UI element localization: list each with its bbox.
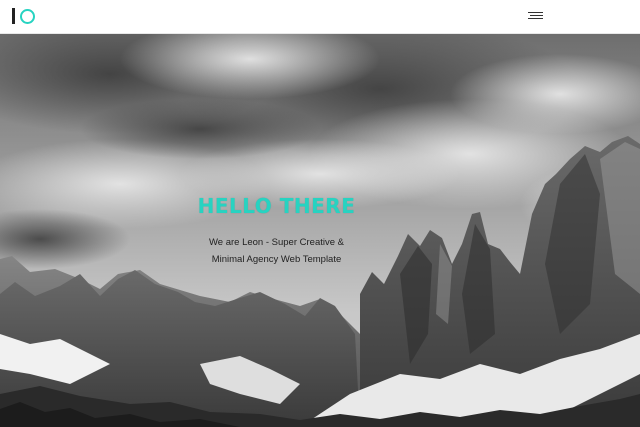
logo-bar-icon xyxy=(12,8,15,24)
site-header xyxy=(0,0,640,34)
menu-line xyxy=(528,18,543,19)
hero-title: HELLO THERE xyxy=(197,194,356,218)
hero-subtitle: We are Leon - Super Creative & Minimal A… xyxy=(0,234,553,268)
hero-subtitle-line: We are Leon - Super Creative & xyxy=(208,237,344,248)
menu-line xyxy=(528,12,543,13)
hero-section: HELLO THERE We are Leon - Super Creative… xyxy=(0,34,640,427)
hero-content: HELLO THERE We are Leon - Super Creative… xyxy=(0,194,553,268)
logo-ring-icon xyxy=(20,8,35,24)
hamburger-menu-icon[interactable] xyxy=(528,10,545,22)
hero-subtitle-line: Minimal Agency Web Template xyxy=(211,254,342,265)
logo[interactable] xyxy=(12,6,35,26)
menu-line xyxy=(530,15,543,16)
